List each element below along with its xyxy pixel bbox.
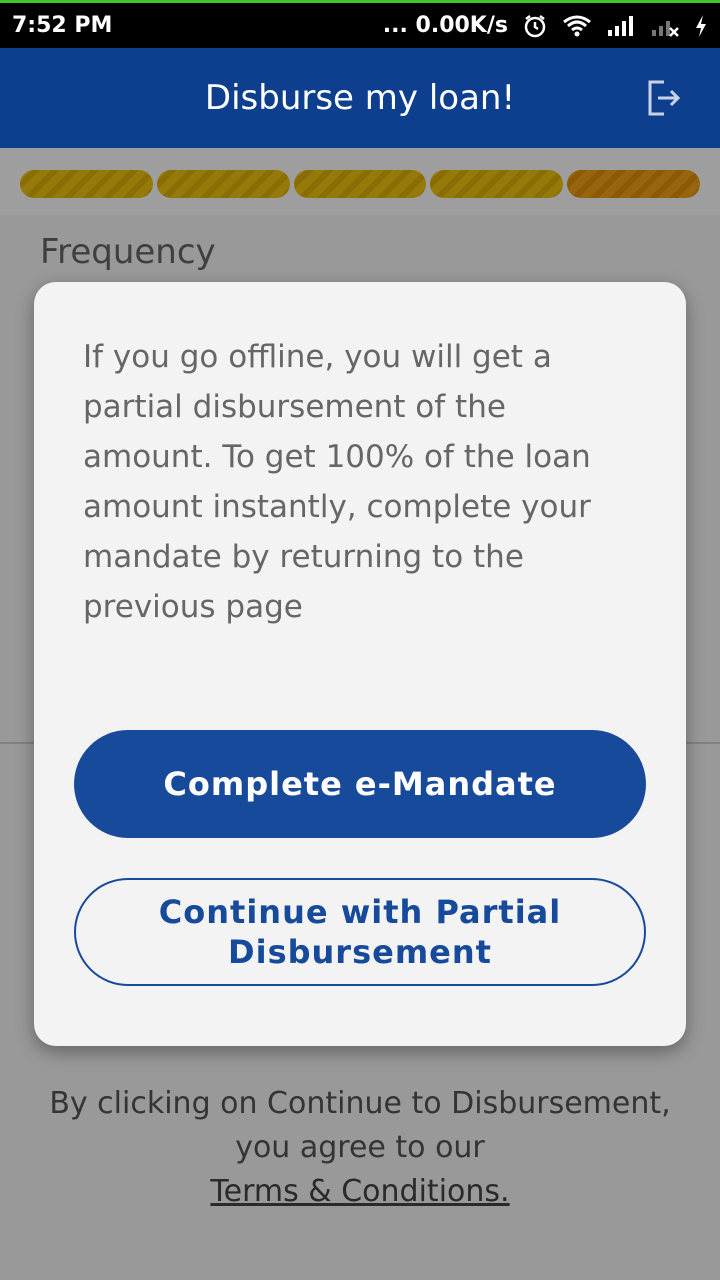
offline-dialog: If you go offline, you will get a partia…: [34, 282, 686, 1046]
app-header: Disburse my loan!: [0, 48, 720, 148]
complete-e-mandate-button[interactable]: Complete e-Mandate: [74, 730, 646, 838]
status-bar: 7:52 PM ... 0.00K/s: [0, 0, 720, 48]
charging-icon: [694, 14, 708, 38]
signal-x-icon: [650, 14, 680, 38]
status-time: 7:52 PM: [12, 13, 113, 38]
net-speed: ... 0.00K/s: [382, 13, 508, 38]
status-icons: ... 0.00K/s: [383, 13, 708, 39]
dialog-message: If you go offline, you will get a partia…: [83, 339, 591, 625]
signal-icon: [606, 14, 636, 38]
alarm-icon: [522, 13, 548, 39]
logout-icon[interactable]: [644, 78, 684, 118]
page-title: Disburse my loan!: [204, 78, 516, 118]
wifi-icon: [562, 14, 592, 38]
continue-partial-disbursement-button[interactable]: Continue with Partial Disbursement: [74, 878, 646, 986]
